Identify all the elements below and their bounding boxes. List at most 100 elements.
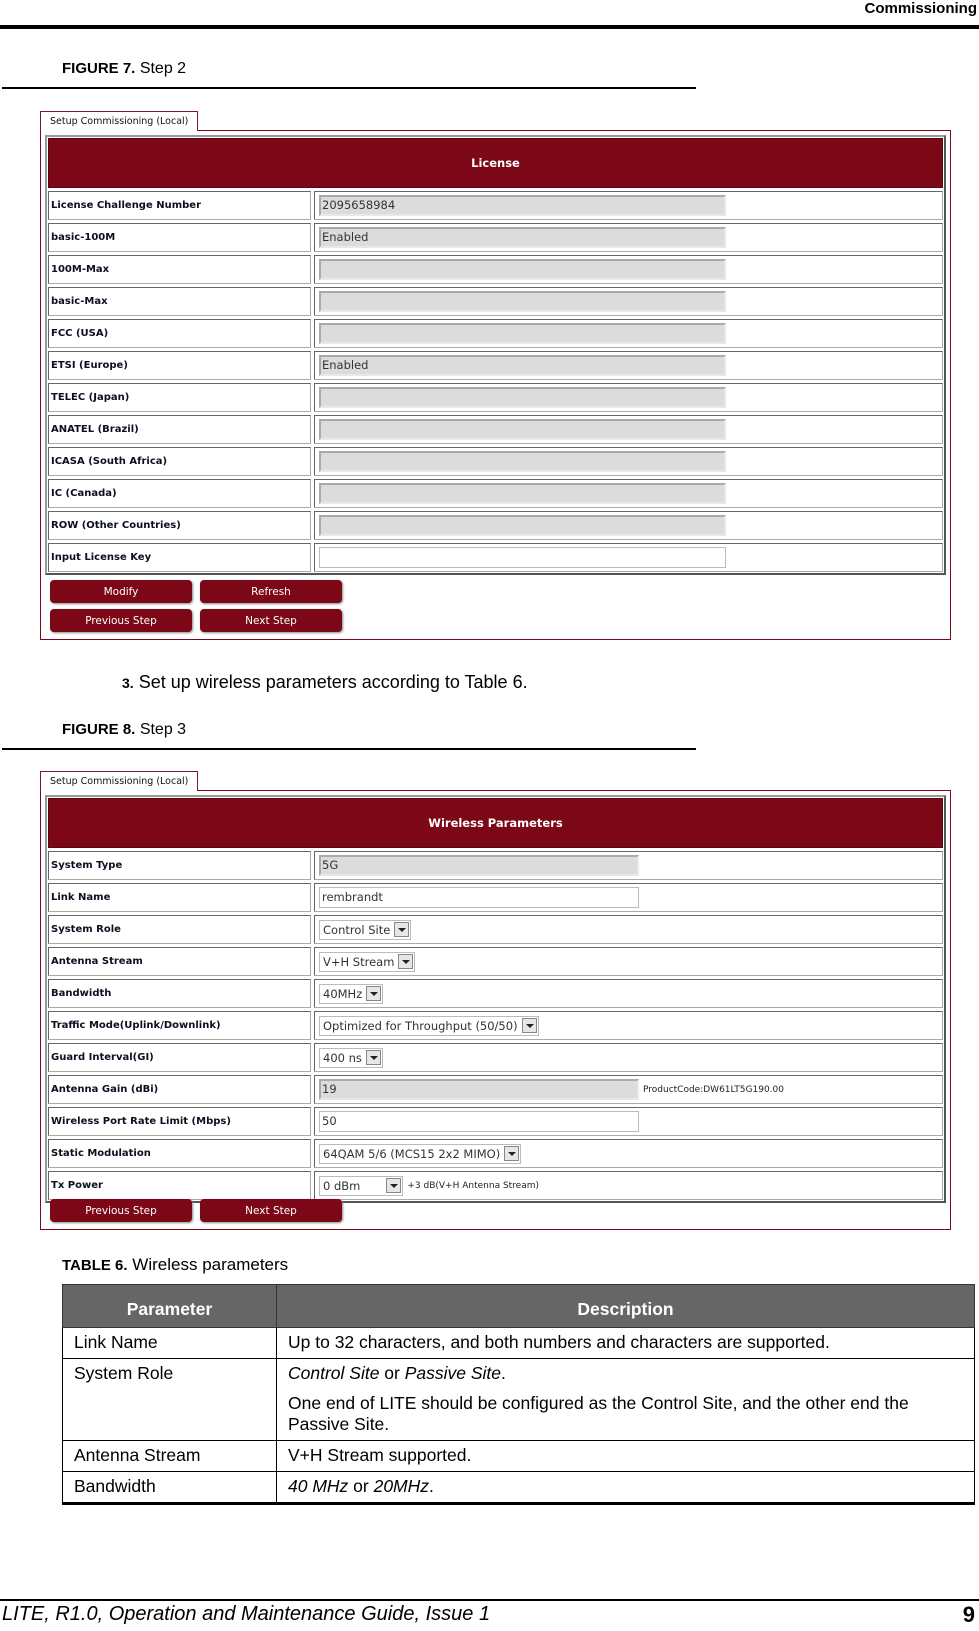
field-label: Antenna Gain (dBi) — [48, 1075, 311, 1104]
chevron-down-icon[interactable] — [366, 986, 382, 1001]
field-label: ICASA (South Africa) — [48, 447, 311, 476]
chevron-down-icon[interactable] — [394, 922, 410, 937]
license-buttons: Modify Refresh Previous Step Next Step — [45, 580, 342, 632]
modify-button[interactable]: Modify — [50, 580, 192, 603]
form-row-system-role: System Role Control Site — [48, 915, 943, 944]
form-row-icasa-south-africa: ICASA (South Africa) — [48, 447, 943, 476]
form-row-telec-japan: TELEC (Japan) — [48, 383, 943, 412]
ic-canada-field — [319, 483, 726, 504]
field-value-cell — [314, 287, 943, 316]
column-header-parameter: Parameter — [62, 1284, 277, 1328]
figure-7-caption: FIGURE 7. Step 2 — [62, 60, 186, 78]
100m-max-field — [319, 259, 726, 280]
wireless-parameters-table: Parameter Description Link Name Up to 32… — [62, 1284, 975, 1505]
field-value-cell — [314, 479, 943, 508]
wireless-form: Wireless Parameters System Type 5G Link Na… — [45, 795, 946, 1203]
form-row-ic-canada: IC (Canada) — [48, 479, 943, 508]
next-step-button[interactable]: Next Step — [200, 1199, 342, 1222]
field-value-cell: 400 ns — [314, 1043, 943, 1072]
page-number: 9 — [962, 1602, 975, 1627]
or-text: or — [379, 1363, 405, 1383]
field-label: License Challenge Number — [48, 191, 311, 220]
param-cell: Antenna Stream — [62, 1440, 277, 1472]
fcc-usa-field — [319, 323, 726, 344]
desc-paragraph: One end of LITE should be configured as … — [288, 1393, 909, 1434]
header-rule — [0, 25, 979, 29]
field-value-cell — [314, 511, 943, 540]
field-value-cell: Optimized for Throughput (50/50) — [314, 1011, 943, 1040]
period: . — [429, 1476, 434, 1496]
field-label: Traffic Mode(Uplink/Downlink) — [48, 1011, 311, 1040]
option-text: 20MHz — [373, 1476, 430, 1496]
tx-power-select[interactable]: 0 dBm — [319, 1175, 404, 1196]
form-row-wireless-port-rate-limit-mbps: Wireless Port Rate Limit (Mbps) 50 — [48, 1107, 943, 1136]
step-text: Set up wireless parameters according to … — [138, 672, 528, 692]
form-row-system-type: System Type 5G — [48, 851, 943, 880]
column-header-description: Description — [276, 1284, 975, 1328]
field-label: System Role — [48, 915, 311, 944]
field-value-cell: 19 ProductCode:DW61LT5G190.00 — [314, 1075, 943, 1104]
field-value-cell — [314, 447, 943, 476]
form-row-anatel-brazil: ANATEL (Brazil) — [48, 415, 943, 444]
etsi-europe-field: Enabled — [319, 355, 726, 376]
table-header-row: Parameter Description — [62, 1284, 975, 1328]
option-text: Passive Site — [404, 1363, 502, 1383]
footer-rule — [0, 1599, 979, 1601]
next-step-button[interactable]: Next Step — [200, 609, 342, 632]
link-name-field[interactable]: rembrandt — [319, 887, 639, 908]
field-value-cell: 64QAM 5/6 (MCS15 2x2 MIMO) — [314, 1139, 943, 1168]
table-6-caption: TABLE 6. Wireless parameters — [62, 1255, 288, 1275]
table-label: TABLE 6. — [62, 1257, 128, 1274]
previous-step-button[interactable]: Previous Step — [50, 609, 192, 632]
system-type-field: 5G — [319, 855, 639, 876]
field-label: ROW (Other Countries) — [48, 511, 311, 540]
form-row-row-other-countries: ROW (Other Countries) — [48, 511, 943, 540]
traffic-mode-uplink-downlink-select[interactable]: Optimized for Throughput (50/50) — [319, 1015, 539, 1036]
figure-label: FIGURE 8. — [62, 721, 136, 738]
wireless-port-rate-limit-mbps-field[interactable]: 50 — [319, 1111, 639, 1132]
tab-setup-commissioning[interactable]: Setup Commissioning (Local) — [40, 771, 199, 791]
chevron-down-icon[interactable] — [398, 954, 414, 969]
selected-value: 40MHz — [323, 986, 363, 1001]
table-row: Link Name Up to 32 characters, and both … — [62, 1327, 975, 1359]
field-value-cell: 0 dBm +3 dB(V+H Antenna Stream) — [314, 1171, 943, 1200]
footer-title: LITE, R1.0, Operation and Maintenance Gu… — [2, 1603, 491, 1625]
table-title: Wireless parameters — [132, 1255, 289, 1274]
option-text: 40 MHz — [288, 1476, 349, 1496]
input-license-key-field[interactable] — [319, 547, 726, 568]
static-modulation-select[interactable]: 64QAM 5/6 (MCS15 2x2 MIMO) — [319, 1143, 522, 1164]
antenna-stream-select[interactable]: V+H Stream — [319, 951, 416, 972]
field-value-cell: Enabled — [314, 223, 943, 252]
wireless-banner: Wireless Parameters — [48, 798, 943, 848]
row-other-countries-field — [319, 515, 726, 536]
chevron-down-icon[interactable] — [504, 1146, 520, 1161]
selected-value: Control Site — [323, 922, 391, 937]
step-instruction: 3. Set up wireless parameters according … — [122, 672, 528, 693]
form-row-basic-max: basic-Max — [48, 287, 943, 316]
table-row: Antenna Stream V+H Stream supported. — [62, 1440, 975, 1472]
field-value-cell — [314, 543, 943, 572]
field-label: TELEC (Japan) — [48, 383, 311, 412]
form-row-license-challenge-number: License Challenge Number 2095658984 — [48, 191, 943, 220]
guard-interval-gi-select[interactable]: 400 ns — [319, 1047, 383, 1068]
chevron-down-icon[interactable] — [365, 1050, 381, 1065]
field-label: basic-Max — [48, 287, 311, 316]
form-row-antenna-stream: Antenna Stream V+H Stream — [48, 947, 943, 976]
figure-rule — [2, 87, 696, 89]
previous-step-button[interactable]: Previous Step — [50, 1199, 192, 1222]
selected-value: Optimized for Throughput (50/50) — [323, 1018, 518, 1033]
refresh-button[interactable]: Refresh — [200, 580, 342, 603]
license-frame: License License Challenge Number 20956589… — [40, 130, 951, 640]
desc-cell: 40 MHz or 20MHz. — [276, 1471, 975, 1505]
bandwidth-select[interactable]: 40MHz — [319, 983, 384, 1004]
figure-label: FIGURE 7. — [62, 60, 136, 77]
desc-cell: Control Site or Passive Site. One end of… — [276, 1358, 975, 1441]
chevron-down-icon[interactable] — [386, 1178, 402, 1193]
param-cell: Bandwidth — [62, 1471, 277, 1505]
form-row-basic-100m: basic-100M Enabled — [48, 223, 943, 252]
tab-setup-commissioning[interactable]: Setup Commissioning (Local) — [40, 111, 199, 131]
field-value-cell — [314, 255, 943, 284]
chevron-down-icon[interactable] — [521, 1018, 537, 1033]
form-row-fcc-usa: FCC (USA) — [48, 319, 943, 348]
system-role-select[interactable]: Control Site — [319, 919, 412, 940]
